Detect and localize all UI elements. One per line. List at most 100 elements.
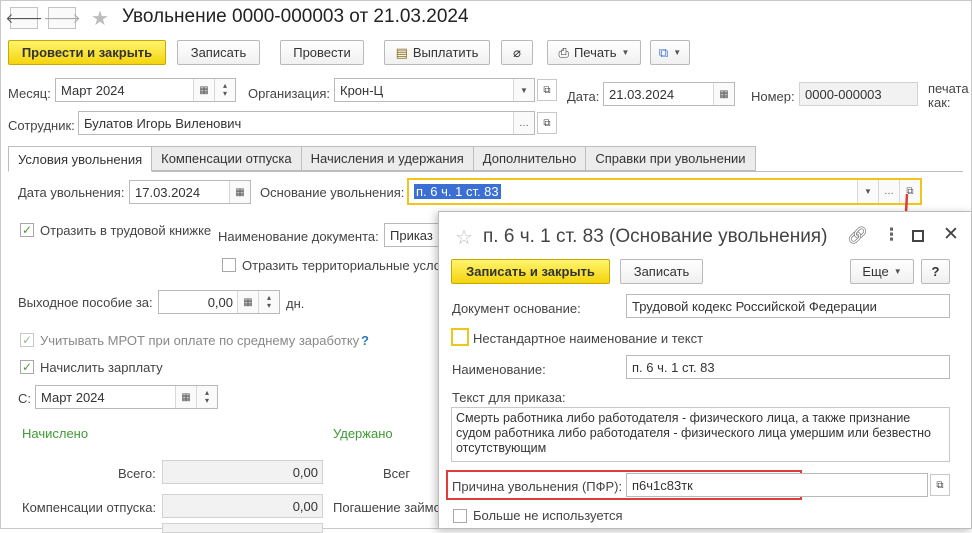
link-icon[interactable]: 🔗︎ (847, 226, 869, 246)
pfr-open-button[interactable]: ⧉ (930, 474, 950, 496)
basis-doc-field[interactable]: Трудовой кодекс Российской Федерации (626, 294, 950, 318)
next-field-partial (162, 523, 323, 533)
pay-button-label: Выплатить (412, 45, 479, 60)
workbook-checkbox[interactable]: ✓ (20, 223, 34, 237)
month-label: Месяц: (8, 86, 51, 101)
month-field[interactable]: Март 2024 ▦ ▴ ▾ (55, 78, 236, 102)
withheld-title: Удержано (333, 426, 393, 441)
tab-certificates[interactable]: Справки при увольнении (586, 146, 756, 171)
total-value: 0,00 (292, 464, 318, 480)
tab-vacation-compensation[interactable]: Компенсации отпуска (152, 146, 302, 171)
accrue-checkbox[interactable]: ✓ (20, 360, 34, 374)
order-text-label: Текст для приказа: (452, 390, 566, 405)
from-label: С: (18, 391, 31, 406)
mrot-help-icon[interactable]: ? (361, 333, 369, 348)
forward-button[interactable]: 🡒 (43, 7, 81, 29)
maximize-icon[interactable] (912, 230, 924, 242)
pay-button[interactable]: ▤ Выплатить (384, 40, 490, 65)
basis-field[interactable]: п. 6 ч. 1 ст. 83 ▼ … ⧉ (407, 178, 922, 205)
chevron-down-icon: ▼ (893, 267, 902, 276)
post-and-close-button[interactable]: Провести и закрыть (8, 40, 166, 65)
calendar-icon[interactable]: ▦ (193, 79, 214, 101)
save-button[interactable]: Записать (177, 40, 260, 65)
name-field[interactable]: п. 6 ч. 1 ст. 83 (626, 355, 950, 379)
popup-more-button[interactable]: Еще ▼ (850, 259, 914, 284)
month-value: Март 2024 (61, 82, 125, 98)
basis-label: Основание увольнения: (260, 185, 405, 200)
post-button[interactable]: Провести (280, 40, 364, 65)
basis-popup: ☆ п. 6 ч. 1 ст. 83 (Основание увольнения… (438, 211, 972, 529)
print-button[interactable]: ⎙ Печать ▼ (547, 40, 641, 65)
tab-conditions[interactable]: Условия увольнения (8, 146, 153, 172)
number-label: Номер: (751, 89, 795, 104)
date-field[interactable]: 21.03.2024 ▦ (603, 82, 735, 106)
generate-icon: ⧉ (658, 44, 669, 60)
calculator-icon[interactable]: ▦ (237, 291, 258, 313)
number-field[interactable]: 0000-000003 (799, 82, 918, 106)
total-field[interactable]: 0,00 (162, 460, 323, 484)
tab-accruals-deductions[interactable]: Начисления и удержания (301, 146, 474, 171)
open-form-icon: ⧉ (543, 117, 551, 129)
loan-label: Погашение займо (333, 500, 441, 515)
territorial-checkbox[interactable] (222, 258, 236, 272)
month-stepper[interactable]: ▴ ▾ (214, 79, 235, 101)
dismissal-date-field[interactable]: 17.03.2024 ▦ (129, 180, 251, 204)
generate-button[interactable]: ⧉ ▼ (650, 40, 690, 65)
name-label: Наименование: (452, 362, 546, 377)
chevron-down-icon: ▼ (621, 48, 630, 57)
nonstandard-checkbox[interactable] (451, 328, 469, 346)
open-form-icon: ⧉ (543, 84, 551, 96)
withheld-total-label: Всег (383, 466, 411, 481)
docname-field[interactable]: Приказ (384, 223, 444, 247)
popup-help-button[interactable]: ? (921, 259, 950, 284)
pfr-field[interactable]: п6ч1с83тк (626, 473, 928, 497)
page-title: Увольнение 0000-000003 от 21.03.2024 (122, 6, 469, 27)
severance-field[interactable]: 0,00 ▦ ▴ ▾ (158, 290, 280, 314)
employee-value: Булатов Игорь Виленович (84, 115, 242, 131)
print-as-line1: печата (928, 81, 969, 96)
from-month-field[interactable]: Март 2024 ▦ ▴ ▾ (35, 385, 218, 409)
org-field[interactable]: Крон-Ц ▼ (334, 78, 535, 102)
date-value: 21.03.2024 (609, 86, 675, 102)
name-value: п. 6 ч. 1 ст. 83 (632, 359, 715, 375)
order-text-area[interactable]: Смерть работника либо работодателя - физ… (451, 407, 950, 462)
org-open-button[interactable]: ⧉ (537, 79, 557, 101)
calendar-icon[interactable]: ▦ (175, 386, 196, 408)
favorite-star-icon[interactable]: ★ (91, 6, 109, 31)
date-label: Дата: (567, 89, 600, 104)
close-icon[interactable]: ✕ (943, 223, 959, 246)
print-as-line2: как: (928, 95, 951, 110)
arrow-right-icon: 🡒 (43, 9, 81, 26)
chevron-down-icon[interactable]: ▼ (513, 79, 534, 101)
docname-value: Приказ (390, 227, 433, 243)
severance-stepper[interactable]: ▴ ▾ (258, 291, 279, 313)
nonstandard-label: Нестандартное наименование и текст (473, 331, 704, 346)
not-used-checkbox[interactable] (453, 509, 467, 523)
calendar-icon[interactable]: ▦ (229, 181, 250, 203)
severance-unit: дн. (286, 296, 305, 311)
favorite-star-icon[interactable]: ☆ (455, 225, 473, 250)
calendar-icon[interactable]: ▦ (713, 83, 734, 105)
employee-field[interactable]: Булатов Игорь Виленович … (78, 111, 535, 135)
save-and-close-button[interactable]: Записать и закрыть (451, 259, 610, 284)
pay-document-icon: ▤ (395, 44, 408, 60)
employee-open-button[interactable]: ⧉ (537, 112, 557, 134)
number-value: 0000-000003 (805, 86, 882, 102)
more-vertical-icon[interactable]: ⋮ (883, 225, 900, 245)
org-value: Крон-Ц (340, 82, 384, 98)
chevron-down-icon[interactable]: ▼ (857, 180, 878, 203)
select-ellipsis-icon[interactable]: … (513, 112, 534, 134)
mrot-checkbox[interactable]: ✓ (20, 333, 34, 347)
comp-field[interactable]: 0,00 (162, 494, 323, 518)
from-month-stepper[interactable]: ▴ ▾ (196, 386, 217, 408)
accrued-title: Начислено (22, 426, 89, 441)
severance-value: 0,00 (207, 294, 233, 310)
popup-save-button[interactable]: Записать (620, 259, 703, 284)
more-button-label: Еще (862, 264, 889, 279)
arrow-left-icon: 🡐 (5, 9, 43, 26)
tab-bar: Условия увольнения Компенсации отпуска Н… (8, 146, 756, 172)
chevron-down-icon: ▼ (673, 48, 682, 57)
attach-button[interactable]: ⌀ (501, 40, 533, 65)
back-button[interactable]: 🡐 (5, 7, 43, 29)
tab-additional[interactable]: Дополнительно (473, 146, 587, 171)
